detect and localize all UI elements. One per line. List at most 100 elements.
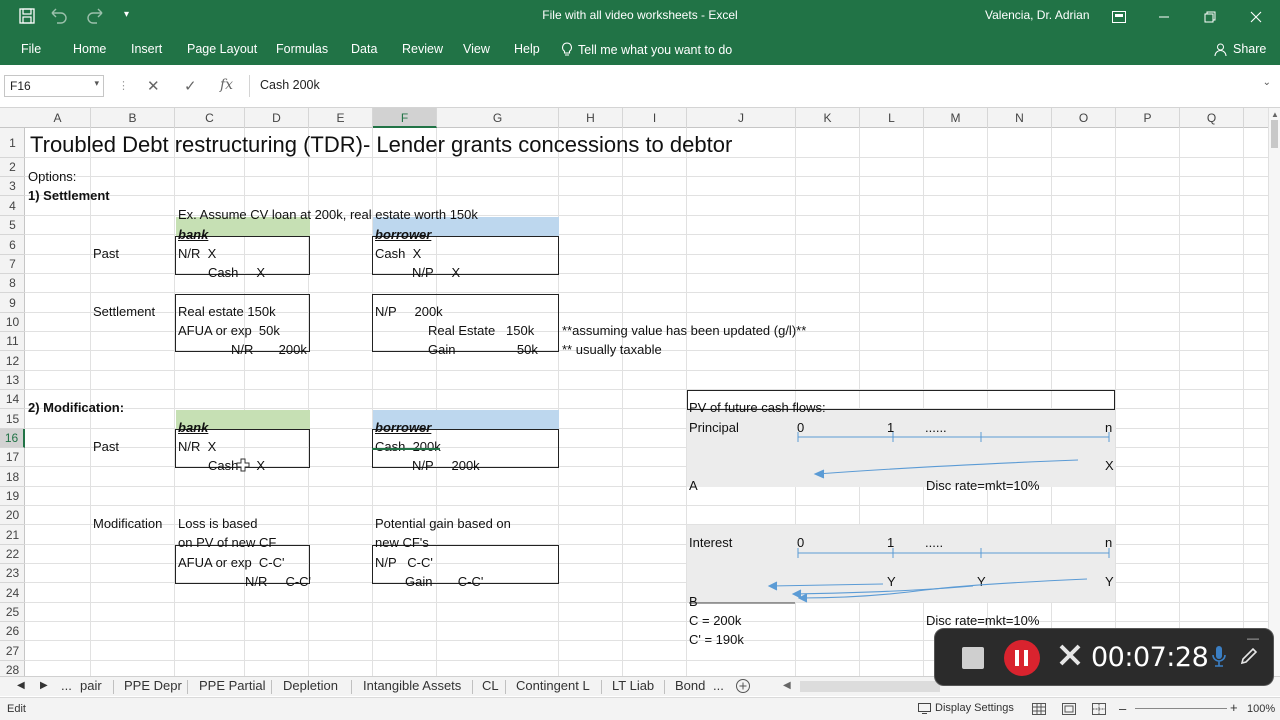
sheet-tab-pair[interactable]: pair bbox=[80, 678, 102, 696]
row-header-1[interactable]: 1 bbox=[0, 128, 25, 158]
tab-view[interactable]: View bbox=[463, 42, 490, 56]
cancel-recording-icon[interactable] bbox=[1057, 642, 1083, 673]
row-header-28[interactable]: 28 bbox=[0, 661, 25, 676]
tell-me-search[interactable]: Tell me what you want to do bbox=[561, 42, 732, 57]
tab-formulas[interactable]: Formulas bbox=[276, 42, 328, 56]
more-tabs-left[interactable]: ... bbox=[61, 678, 72, 696]
display-settings-button[interactable]: Display Settings bbox=[918, 702, 1014, 714]
scroll-up-icon[interactable]: ▲ bbox=[1271, 110, 1279, 119]
sheet-tab-bond[interactable]: Bond bbox=[675, 678, 705, 696]
row-header-14[interactable]: 14 bbox=[0, 390, 25, 409]
confirm-entry-icon[interactable]: ✓ bbox=[184, 77, 197, 95]
sheet-tab-intangible-assets[interactable]: Intangible Assets bbox=[363, 678, 461, 696]
column-header-m[interactable]: M bbox=[924, 108, 988, 128]
sheet-tab-contingent-l[interactable]: Contingent L bbox=[516, 678, 590, 696]
hscroll-left-icon[interactable]: ◀ bbox=[783, 680, 791, 698]
row-header-17[interactable]: 17 bbox=[0, 448, 25, 467]
zoom-in-icon[interactable]: + bbox=[1230, 700, 1238, 715]
row-header-20[interactable]: 20 bbox=[0, 506, 25, 525]
zoom-level[interactable]: 100% bbox=[1247, 703, 1275, 715]
microphone-icon[interactable] bbox=[1211, 645, 1227, 674]
row-header-24[interactable]: 24 bbox=[0, 583, 25, 603]
column-header-d[interactable]: D bbox=[245, 108, 309, 128]
close-icon[interactable] bbox=[1233, 0, 1279, 33]
row-header-19[interactable]: 19 bbox=[0, 487, 25, 506]
row-header-10[interactable]: 10 bbox=[0, 313, 25, 332]
row-header-27[interactable]: 27 bbox=[0, 641, 25, 661]
column-header-j[interactable]: J bbox=[687, 108, 796, 128]
row-header-21[interactable]: 21 bbox=[0, 525, 25, 545]
tab-data[interactable]: Data bbox=[351, 42, 377, 56]
cancel-entry-icon[interactable]: ✕ bbox=[147, 77, 160, 95]
row-header-11[interactable]: 11 bbox=[0, 332, 25, 351]
row-header-5[interactable]: 5 bbox=[0, 216, 25, 235]
row-header-2[interactable]: 2 bbox=[0, 158, 25, 177]
share-button[interactable]: Share bbox=[1214, 42, 1266, 56]
pen-icon[interactable] bbox=[1239, 646, 1259, 671]
page-break-view-icon[interactable] bbox=[1092, 703, 1106, 718]
name-box[interactable]: F16 ▾ bbox=[4, 75, 104, 97]
tab-help[interactable]: Help bbox=[514, 42, 540, 56]
tab-page-layout[interactable]: Page Layout bbox=[187, 42, 257, 56]
row-header-15[interactable]: 15 bbox=[0, 409, 25, 429]
scroll-tabs-left-icon[interactable]: ◀ bbox=[17, 680, 25, 698]
minimize-recorder-icon[interactable]: — bbox=[1247, 631, 1259, 645]
row-header-13[interactable]: 13 bbox=[0, 371, 25, 390]
column-header-n[interactable]: N bbox=[988, 108, 1052, 128]
sheet-tab-depletion[interactable]: Depletion bbox=[283, 678, 338, 696]
scroll-thumb[interactable] bbox=[1271, 120, 1278, 148]
column-header-p[interactable]: P bbox=[1116, 108, 1180, 128]
row-header-26[interactable]: 26 bbox=[0, 622, 25, 641]
scroll-tabs-right-icon[interactable]: ▶ bbox=[40, 680, 48, 698]
sheet-tab-lt-liab[interactable]: LT Liab bbox=[612, 678, 654, 696]
zoom-out-icon[interactable]: – bbox=[1119, 701, 1126, 716]
row-header-18[interactable]: 18 bbox=[0, 467, 25, 487]
column-header-f[interactable]: F bbox=[373, 108, 437, 128]
row-header-9[interactable]: 9 bbox=[0, 293, 25, 313]
column-header-c[interactable]: C bbox=[175, 108, 245, 128]
tab-file[interactable]: File bbox=[21, 42, 41, 56]
column-header-a[interactable]: A bbox=[25, 108, 91, 128]
column-header-l[interactable]: L bbox=[860, 108, 924, 128]
column-header-q[interactable]: Q bbox=[1180, 108, 1244, 128]
sheet-tab-ppe-partial[interactable]: PPE Partial bbox=[199, 678, 265, 696]
zoom-slider[interactable] bbox=[1135, 708, 1227, 709]
row-header-6[interactable]: 6 bbox=[0, 235, 25, 255]
row-header-16[interactable]: 16 bbox=[0, 429, 25, 448]
row-header-25[interactable]: 25 bbox=[0, 603, 25, 622]
stop-icon[interactable] bbox=[962, 647, 984, 669]
tab-insert[interactable]: Insert bbox=[131, 42, 162, 56]
row-header-22[interactable]: 22 bbox=[0, 545, 25, 564]
minimize-icon[interactable] bbox=[1141, 0, 1187, 33]
insert-function-icon[interactable]: fx bbox=[220, 77, 233, 93]
expand-formula-bar-icon[interactable]: ⌄ bbox=[1263, 77, 1271, 88]
column-header-g[interactable]: G bbox=[437, 108, 559, 128]
column-header-e[interactable]: E bbox=[309, 108, 373, 128]
row-header-4[interactable]: 4 bbox=[0, 196, 25, 216]
column-header-o[interactable]: O bbox=[1052, 108, 1116, 128]
chevron-down-icon[interactable]: ▾ bbox=[94, 78, 99, 89]
row-header-12[interactable]: 12 bbox=[0, 351, 25, 371]
column-header-k[interactable]: K bbox=[796, 108, 860, 128]
normal-view-icon[interactable] bbox=[1032, 703, 1046, 718]
column-header-b[interactable]: B bbox=[91, 108, 175, 128]
restore-icon[interactable] bbox=[1187, 0, 1233, 33]
ribbon-display-options-icon[interactable] bbox=[1096, 0, 1142, 33]
vertical-scrollbar[interactable]: ▲ bbox=[1268, 108, 1280, 676]
tab-home[interactable]: Home bbox=[73, 42, 106, 56]
sheet-tab-cl[interactable]: CL bbox=[482, 678, 499, 696]
formula-input[interactable]: Cash 200k ⌄ bbox=[249, 75, 1277, 97]
column-header-h[interactable]: H bbox=[559, 108, 623, 128]
tab-review[interactable]: Review bbox=[402, 42, 443, 56]
column-header-i[interactable]: I bbox=[623, 108, 687, 128]
horizontal-scrollbar[interactable] bbox=[800, 681, 940, 692]
sheet-tab-ppe-depr[interactable]: PPE Depr bbox=[124, 678, 182, 696]
row-header-8[interactable]: 8 bbox=[0, 274, 25, 293]
row-header-7[interactable]: 7 bbox=[0, 255, 25, 274]
row-header-3[interactable]: 3 bbox=[0, 177, 25, 196]
more-tabs-right[interactable]: ... bbox=[713, 678, 724, 696]
page-layout-view-icon[interactable] bbox=[1062, 703, 1076, 718]
new-sheet-icon[interactable] bbox=[735, 678, 751, 696]
user-name[interactable]: Valencia, Dr. Adrian bbox=[985, 8, 1090, 22]
row-header-23[interactable]: 23 bbox=[0, 564, 25, 583]
